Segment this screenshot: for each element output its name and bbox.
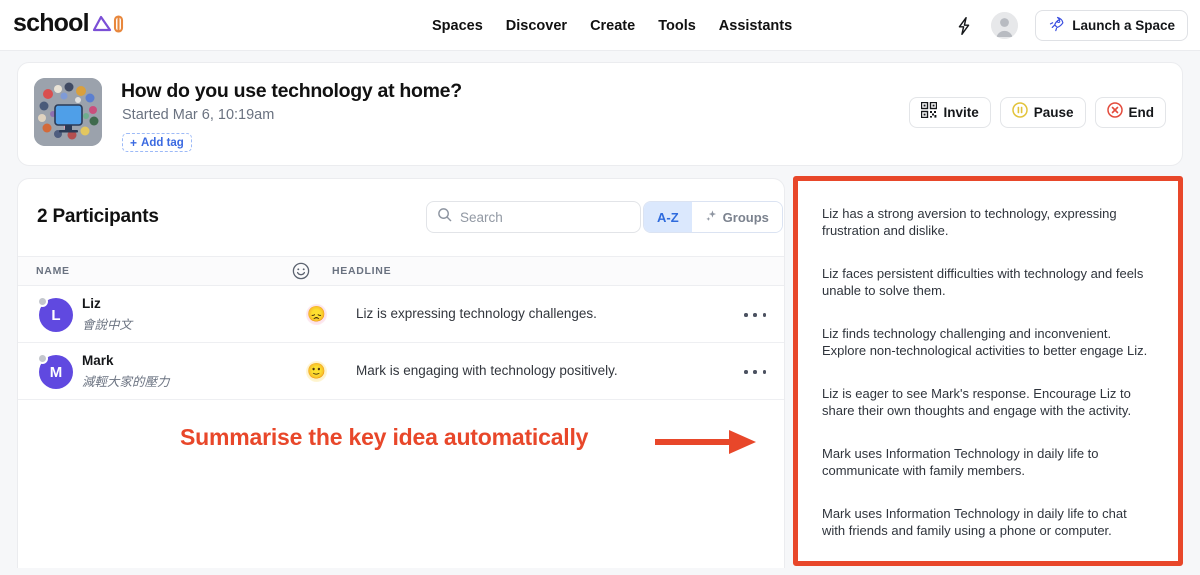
column-header-headline: HEADLINE — [332, 265, 392, 277]
session-action-buttons: Invite Pause End — [909, 97, 1166, 128]
insight-item: Liz faces persistent difficulties with t… — [822, 266, 1144, 298]
avatar: L — [37, 296, 73, 332]
avatar: M — [37, 353, 73, 389]
page-bottom-strip — [0, 568, 1200, 575]
brand-name: school — [13, 9, 90, 37]
top-navigation-bar: school Spaces Discover Create Tools Assi… — [0, 0, 1200, 51]
sort-az-tab[interactable]: A-Z — [644, 202, 692, 232]
status-dot-icon — [37, 296, 48, 307]
app-root: school Spaces Discover Create Tools Assi… — [0, 0, 1200, 575]
nav-right-cluster: Launch a Space — [954, 0, 1188, 51]
participants-panel-header: 2 Participants A-Z — [18, 179, 784, 257]
pause-circle-icon — [1011, 102, 1028, 123]
sort-groups-label: Groups — [722, 209, 769, 225]
nav-link-tools[interactable]: Tools — [658, 18, 696, 34]
sort-segmented-control: A-Z Groups — [643, 201, 783, 233]
search-input[interactable] — [460, 209, 620, 225]
insight-item: Liz has a strong aversion to technology,… — [822, 206, 1117, 238]
right-arrow-icon — [655, 427, 758, 462]
end-button[interactable]: End — [1094, 97, 1166, 128]
participants-panel: 2 Participants A-Z — [17, 178, 785, 575]
smiley-face-icon — [292, 262, 310, 285]
participant-subtitle: 會說中文 — [82, 318, 133, 332]
annotation-text: Summarise the key idea automatically — [180, 424, 589, 450]
nav-link-create[interactable]: Create — [590, 18, 635, 34]
primary-nav-links: Spaces Discover Create Tools Assistants — [432, 0, 792, 51]
participant-headline: Mark is engaging with technology positiv… — [356, 363, 618, 378]
pause-label: Pause — [1033, 105, 1074, 120]
participant-name: Mark — [82, 353, 114, 368]
status-dot-icon — [37, 353, 48, 364]
table-row[interactable]: L Liz 會說中文 😞 Liz is expressing technolog… — [18, 286, 784, 343]
search-icon — [437, 207, 452, 227]
session-title: How do you use technology at home? — [121, 80, 462, 102]
add-tag-button[interactable]: + Add tag — [122, 133, 192, 152]
user-avatar-icon[interactable] — [991, 12, 1019, 39]
table-row[interactable]: M Mark 減輕大家的壓力 🙂 Mark is engaging with t… — [18, 343, 784, 400]
row-more-menu-icon[interactable] — [744, 308, 766, 322]
participant-name: Liz — [82, 296, 101, 311]
qr-code-icon — [921, 101, 938, 123]
plus-icon: + — [130, 135, 138, 150]
participants-count: 2 Participants — [37, 206, 159, 227]
session-header-card: How do you use technology at home? Start… — [17, 62, 1183, 166]
session-started-time: Started Mar 6, 10:19am — [122, 107, 275, 123]
brand-logo[interactable]: school — [13, 9, 126, 38]
session-thumbnail-image — [34, 78, 102, 146]
column-header-name: NAME — [36, 265, 70, 277]
nav-link-spaces[interactable]: Spaces — [432, 18, 483, 34]
insight-item: Mark uses Information Technology in dail… — [822, 446, 1099, 478]
brand-mark-icon — [90, 13, 126, 35]
sort-az-label: A-Z — [657, 209, 679, 225]
sort-groups-tab[interactable]: Groups — [691, 202, 782, 232]
insight-item: Liz finds technology challenging and inc… — [822, 326, 1148, 358]
sparkle-icon — [705, 209, 718, 225]
insights-panel: Liz has a strong aversion to technology,… — [798, 181, 1178, 561]
insights-highlight-box: Liz has a strong aversion to technology,… — [793, 176, 1183, 566]
row-more-menu-icon[interactable] — [744, 365, 766, 379]
add-tag-label: Add tag — [141, 136, 184, 149]
disappointed-face-emoji: 😞 — [306, 304, 327, 325]
search-field[interactable] — [426, 201, 641, 233]
participant-headline: Liz is expressing technology challenges. — [356, 306, 597, 321]
rocket-icon — [1048, 15, 1065, 37]
lightning-bolt-icon[interactable] — [954, 16, 974, 36]
end-circle-icon — [1106, 102, 1123, 123]
participants-column-headers: NAME HEADLINE — [18, 257, 784, 286]
invite-button[interactable]: Invite — [909, 97, 991, 128]
launch-a-space-button[interactable]: Launch a Space — [1035, 10, 1188, 41]
pause-button[interactable]: Pause — [999, 97, 1086, 128]
participant-subtitle: 減輕大家的壓力 — [82, 375, 170, 389]
insight-item: Liz is eager to see Mark's response. Enc… — [822, 386, 1132, 418]
nav-link-assistants[interactable]: Assistants — [719, 18, 792, 34]
nav-link-discover[interactable]: Discover — [506, 18, 567, 34]
invite-label: Invite — [943, 105, 979, 120]
launch-a-space-label: Launch a Space — [1072, 18, 1175, 33]
end-label: End — [1128, 105, 1155, 120]
insight-item: Mark uses Information Technology in dail… — [822, 506, 1127, 538]
slightly-smiling-face-emoji: 🙂 — [306, 361, 327, 382]
